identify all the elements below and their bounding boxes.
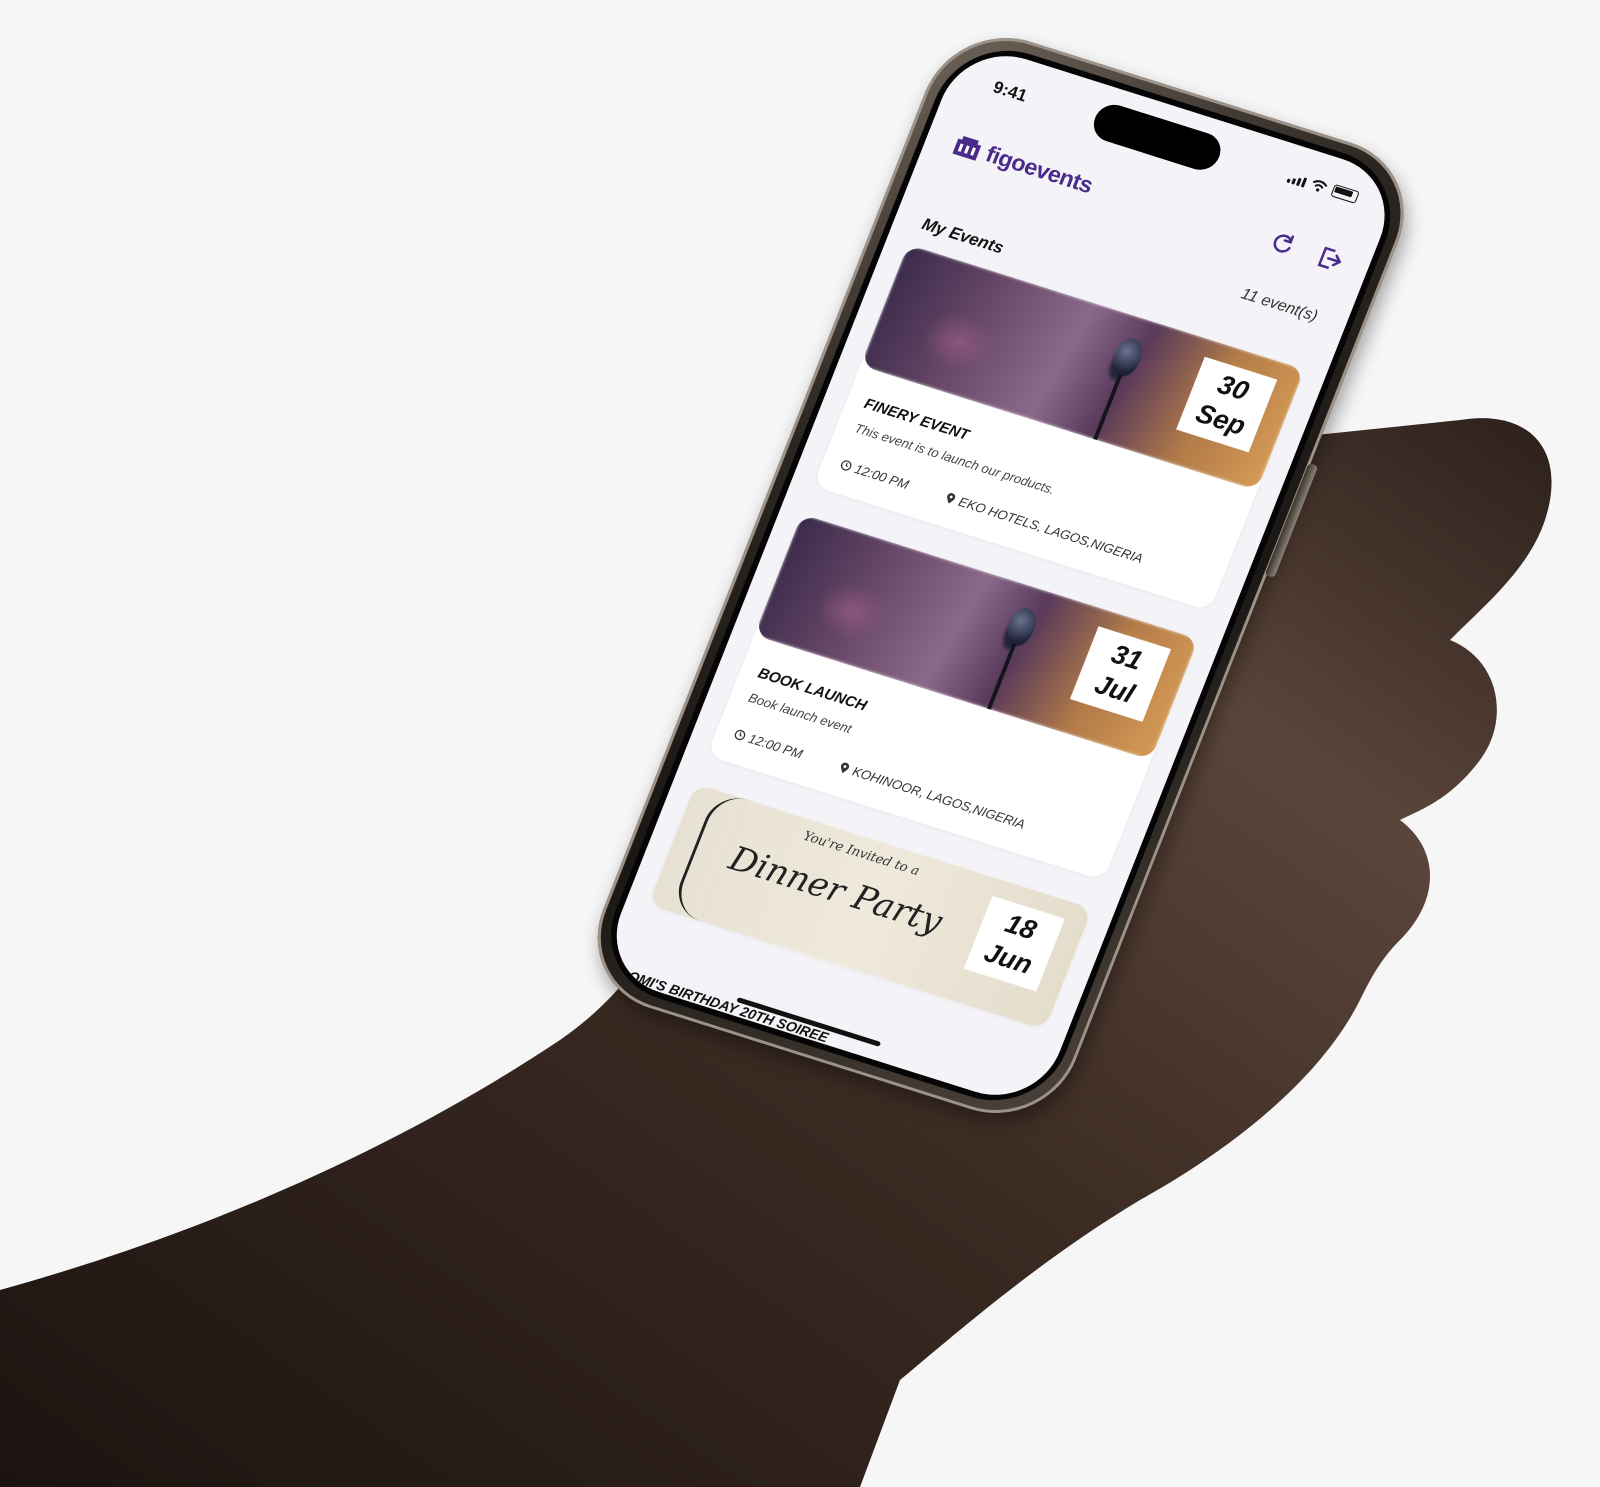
clock-icon [840,460,852,471]
event-count: 11 event(s) [1238,285,1320,326]
app-logo[interactable]: figoevents [949,130,1097,199]
status-time: 9:41 [990,77,1030,106]
event-time: 12:00 PM [732,726,842,773]
refresh-button[interactable] [1265,228,1299,260]
header-actions [1265,228,1347,275]
logo-text: figoevents [982,140,1097,199]
battery-icon [1330,183,1360,204]
building-icon [952,135,982,161]
logout-icon [1317,246,1342,270]
wifi-icon [1312,180,1328,192]
cellular-signal-icon [1286,173,1308,188]
clock-icon [734,729,746,741]
status-icons [1286,170,1360,204]
logout-button[interactable] [1313,243,1347,275]
refresh-icon [1273,234,1295,253]
event-time: 12:00 PM [838,457,948,504]
